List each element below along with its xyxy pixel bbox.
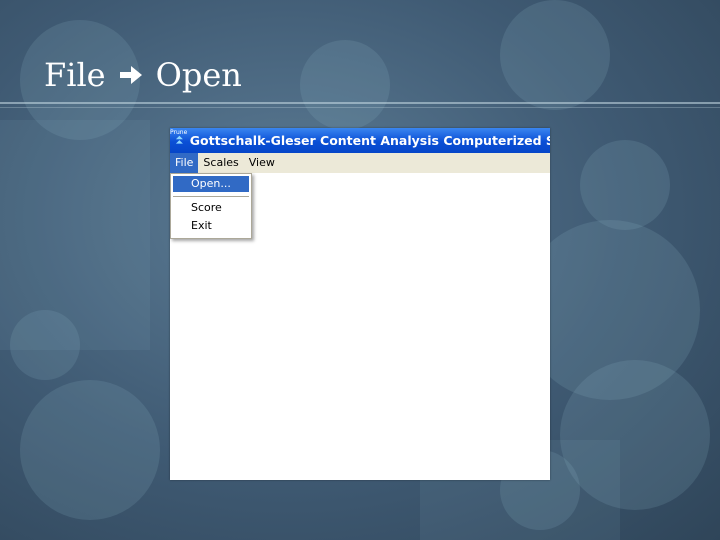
menu-item-score[interactable]: Score	[173, 200, 249, 216]
slide-title-file: File	[44, 56, 106, 94]
menu-file[interactable]: File	[170, 153, 199, 173]
menu-scales[interactable]: Scales	[198, 153, 243, 173]
bg-circle	[10, 310, 80, 380]
file-menu-dropdown: Open... Score Exit	[170, 173, 252, 239]
title-divider-thin	[0, 107, 720, 108]
window-title: Gottschalk-Gleser Content Analysis Compu…	[189, 133, 550, 148]
slide-title: File Open	[44, 56, 242, 94]
bg-circle	[560, 360, 710, 510]
title-divider	[0, 102, 720, 104]
bg-circle	[500, 0, 610, 110]
bg-circle	[300, 40, 390, 130]
bg-circle	[580, 140, 670, 230]
app-icon-label: Prune	[170, 129, 188, 136]
bg-circle	[20, 380, 160, 520]
arrow-right-icon	[119, 66, 142, 84]
menu-item-exit[interactable]: Exit	[173, 218, 249, 234]
slide-title-open: Open	[155, 56, 242, 94]
menu-view[interactable]: View	[244, 153, 280, 173]
bg-rect	[0, 120, 150, 350]
menu-separator	[173, 196, 249, 197]
menu-bar: File Scales View	[170, 153, 550, 173]
menu-item-open[interactable]: Open...	[173, 176, 249, 192]
window-titlebar[interactable]: Prune Gottschalk-Gleser Content Analysis…	[170, 128, 550, 153]
